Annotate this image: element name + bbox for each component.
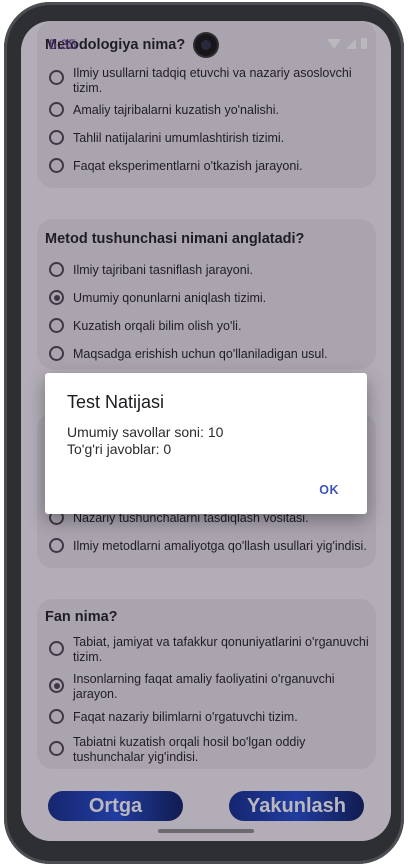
dialog-title: Test Natijasi xyxy=(67,392,165,412)
app-screen: 5:35 Metodologiya nima? Ilmiy usullarni … xyxy=(21,21,391,841)
total-questions-text: Umumiy savollar soni: 10 xyxy=(67,424,224,440)
ok-button[interactable]: OK xyxy=(319,483,339,497)
phone-frame: 5:35 Metodologiya nima? Ilmiy usullarni … xyxy=(4,2,404,864)
correct-answers-text: To'g'ri javoblar: 0 xyxy=(67,441,172,457)
result-dialog: Test Natijasi Umumiy savollar soni: 10 T… xyxy=(45,373,367,514)
